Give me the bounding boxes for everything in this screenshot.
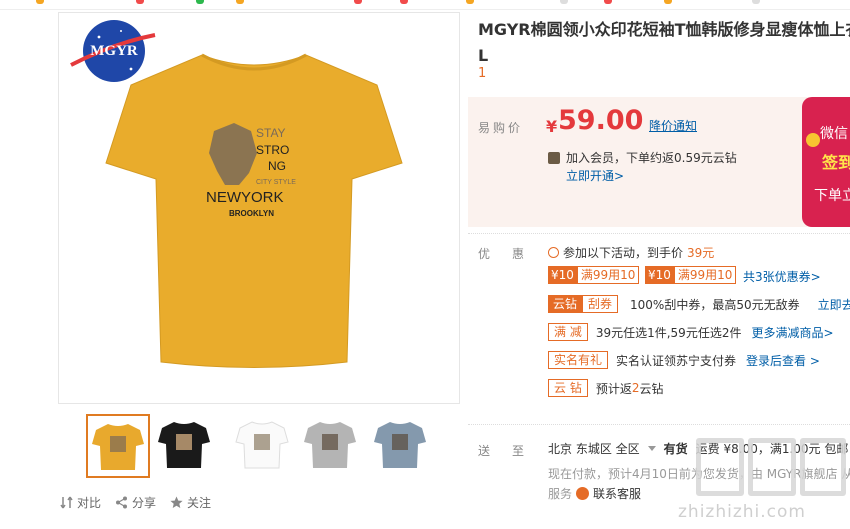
promo-headline: 参加以下活动，到手价 39元 xyxy=(548,244,714,261)
product-title: MGYR棉圆领小众印花短袖T恤韩版修身显瘦体恤上衣 L xyxy=(478,17,850,69)
nav-icon xyxy=(604,0,612,4)
promo-text: 39元任选1件,59元任选2件 xyxy=(595,325,742,340)
promo-number: 2 xyxy=(631,381,640,395)
member-offer: 加入会员，下单约返0.59元云钻 xyxy=(548,149,737,166)
open-membership-link[interactable]: 立即开通> xyxy=(566,167,624,184)
brand-logo: MGYR xyxy=(70,20,156,82)
print-text: NEWYORK xyxy=(206,189,284,206)
nav-icon xyxy=(664,0,672,4)
promo-text: 预计返 xyxy=(595,381,632,396)
promo-row-discount: 满 减 39元任选1件,59元任选2件 更多满减商品> xyxy=(548,323,834,341)
scratch-link[interactable]: 立即去刮 xyxy=(818,296,850,313)
coin-icon xyxy=(806,133,820,147)
chevron-down-icon[interactable] xyxy=(647,446,656,451)
product-subtitle: 1 xyxy=(478,66,487,81)
print-text: STRO xyxy=(256,143,289,157)
print-text: CITY STYLE xyxy=(256,179,296,186)
thumbnail-black[interactable] xyxy=(154,414,218,478)
brand-logo-text: MGYR xyxy=(90,43,138,59)
watermark-url: zhizhizhi.com xyxy=(678,502,806,522)
price-label: 易购价 xyxy=(478,121,524,135)
promo-tag: 实名有礼 xyxy=(548,351,609,369)
promo-text: 实名认证领苏宁支付券 xyxy=(616,353,737,368)
nav-icon xyxy=(236,0,244,4)
nav-icon xyxy=(466,0,474,4)
nav-icon xyxy=(136,0,144,4)
nav-icon xyxy=(196,0,204,4)
member-offer-text: 加入会员，下单约返0.59元云钻 xyxy=(566,151,737,165)
delivery-label: 送至 xyxy=(478,444,547,458)
nav-icon xyxy=(400,0,408,4)
promo-row-scratch: 云钻 刮券 100%刮中券，最高50元无敌券 立即去刮 xyxy=(548,295,850,313)
promo-head-text: 参加以下活动，到手价 xyxy=(563,246,684,260)
top-nav-strip xyxy=(0,0,850,10)
star-icon xyxy=(170,496,183,508)
print-text: STAY xyxy=(256,126,286,140)
promo-tag: 刮券 xyxy=(582,295,619,313)
compare-label: 对比 xyxy=(77,496,102,510)
coupon-amount: ¥10 xyxy=(548,266,577,284)
divider xyxy=(468,424,850,425)
product-title-line2: L xyxy=(478,46,489,65)
price-box: 易购价 ¥ 59.00 降价通知 加入会员，下单约返0.59元云钻 立即开通> xyxy=(468,97,850,227)
promo-tag: 满 减 xyxy=(548,323,588,341)
nav-icon xyxy=(752,0,760,4)
share-label: 分享 xyxy=(132,496,157,510)
wechat-banner-line1: 微信 xyxy=(820,126,848,142)
price-notify-link[interactable]: 降价通知 xyxy=(649,117,697,134)
watermark-glyph xyxy=(696,438,744,496)
print-text: NG xyxy=(268,159,286,173)
watermark-glyph xyxy=(748,438,796,496)
customer-service-icon xyxy=(576,487,590,500)
nav-icon xyxy=(354,0,362,4)
login-view-link[interactable]: 登录后查看 > xyxy=(746,352,820,369)
compare-button[interactable]: 对比 xyxy=(60,494,101,511)
nav-icon xyxy=(36,0,44,4)
promo-tag: 云 钻 xyxy=(548,379,588,397)
more-coupons-link[interactable]: 共3张优惠券> xyxy=(743,268,821,285)
print-text: BROOKLYN xyxy=(229,209,274,218)
contact-service-link[interactable]: 联系客服 xyxy=(593,485,641,502)
thumbnail-yellow[interactable] xyxy=(86,414,150,478)
thumbnail-blue[interactable] xyxy=(370,414,434,478)
share-icon xyxy=(116,496,128,509)
thumbnail-gray[interactable] xyxy=(300,414,364,478)
price-value: 59.00 xyxy=(558,105,644,136)
divider xyxy=(468,233,850,234)
follow-button[interactable]: 关注 xyxy=(170,494,211,511)
coupon-condition: 满99用10 xyxy=(576,266,640,284)
promo-label: 优惠 xyxy=(478,247,547,261)
coupon[interactable]: ¥10 满99用10 xyxy=(645,266,737,284)
compare-icon xyxy=(60,496,73,509)
promo-head-price: 39元 xyxy=(687,246,715,260)
wechat-checkin-banner[interactable]: 微信 签到 下单立 xyxy=(802,97,850,227)
main-product-image[interactable]: MGYR STAY STRO NG CITY STYLE NEWYORK BRO… xyxy=(58,12,460,404)
price-currency: ¥ xyxy=(546,117,558,136)
wechat-banner-line3: 下单立 xyxy=(814,188,850,204)
promo-text: 云钻 xyxy=(639,381,664,396)
promo-row-realname: 实名有礼 实名认证领苏宁支付券 登录后查看 > xyxy=(548,351,820,369)
nav-icon xyxy=(560,0,568,4)
watermark-glyph xyxy=(800,438,846,496)
share-button[interactable]: 分享 xyxy=(115,494,156,511)
follow-label: 关注 xyxy=(187,496,212,510)
vip-icon xyxy=(548,151,560,164)
service-label: 服务 xyxy=(548,487,573,501)
promo-tag: 云钻 xyxy=(548,295,583,313)
tshirt-image: STAY STRO NG CITY STYLE NEWYORK BROOKLYN xyxy=(105,53,403,368)
thumbnail-white[interactable] xyxy=(232,414,296,478)
promo-text: 100%刮中券，最高50元无敌券 xyxy=(630,297,800,312)
coupon-amount: ¥10 xyxy=(645,266,674,284)
watermark: zhizhizhi.com xyxy=(676,432,850,529)
clock-icon xyxy=(548,247,559,258)
wechat-banner-line2: 签到 xyxy=(822,153,850,172)
service-row: 服务 联系客服 xyxy=(548,485,641,502)
product-actions: 对比 分享 关注 xyxy=(60,494,211,511)
promo-row-diamond: 云 钻 预计返 2 云钻 xyxy=(548,379,664,397)
address-selector[interactable]: 北京 东城区 全区 xyxy=(548,440,640,457)
product-title-line1: MGYR棉圆领小众印花短袖T恤韩版修身显瘦体恤上衣 xyxy=(478,20,850,39)
coupon[interactable]: ¥10 满99用10 xyxy=(548,266,640,284)
coupon-condition: 满99用10 xyxy=(673,266,737,284)
more-discount-link[interactable]: 更多满减商品> xyxy=(751,324,833,341)
